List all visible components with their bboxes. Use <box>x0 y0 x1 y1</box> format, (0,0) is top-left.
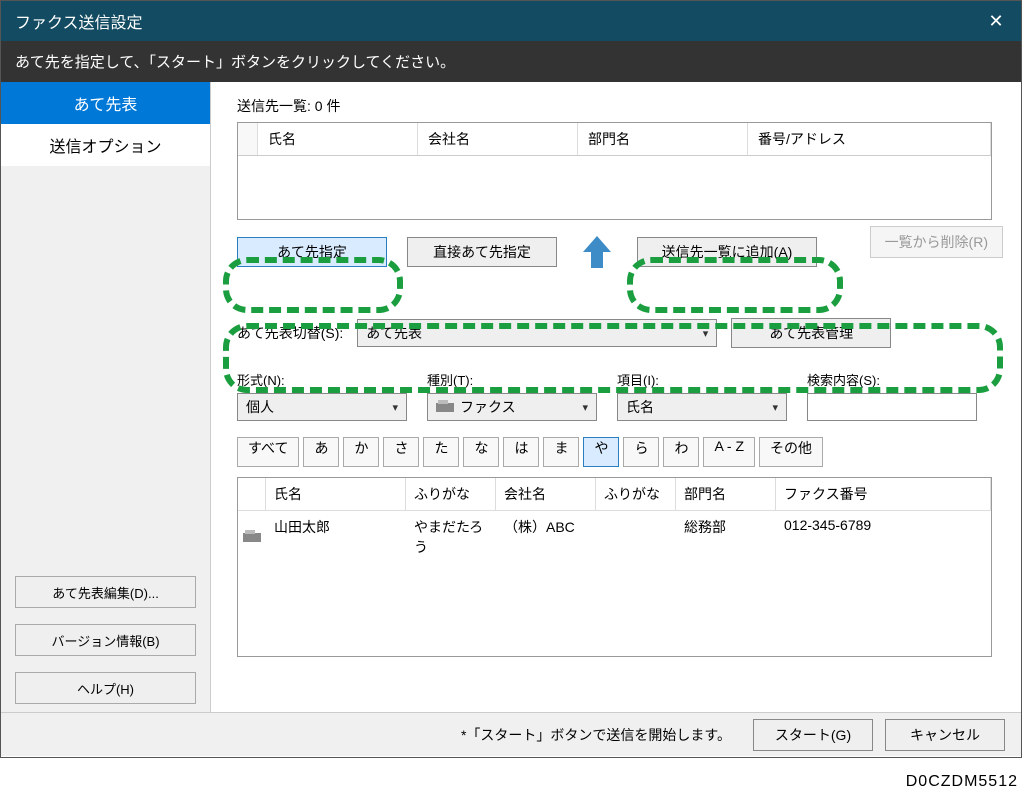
result-list[interactable]: 氏名 ふりがな 会社名 ふりがな 部門名 ファクス番号 山田太郎 やまだたろう … <box>237 477 992 657</box>
direct-destination-button[interactable]: 直接あて先指定 <box>407 237 557 267</box>
row-fax-icon <box>238 511 266 563</box>
format-select[interactable]: 個人▾ <box>237 393 407 421</box>
chevron-down-icon: ▾ <box>772 401 778 414</box>
addressbook-select[interactable]: あて先表 ▾ <box>357 319 717 347</box>
rcol-dept[interactable]: 部門名 <box>676 478 776 511</box>
fax-icon <box>436 400 454 414</box>
search-input[interactable] <box>807 393 977 421</box>
kana-filter-ら[interactable]: ら <box>623 437 659 467</box>
destination-list[interactable]: 氏名 会社名 部門名 番号/アドレス <box>237 122 992 220</box>
sidebar: あて先表 送信オプション あて先表編集(D)... バージョン情報(B) ヘルプ… <box>1 82 211 712</box>
dialog-window: ファクス送信設定 ✕ あて先を指定して、「スタート」ボタンをクリックしてください… <box>0 0 1022 758</box>
instruction-text: あて先を指定して、「スタート」ボタンをクリックしてください。 <box>1 41 1021 82</box>
kana-filter-な[interactable]: な <box>463 437 499 467</box>
field-select[interactable]: 氏名▾ <box>617 393 787 421</box>
kana-filter-は[interactable]: は <box>503 437 539 467</box>
chevron-down-icon: ▾ <box>582 401 588 414</box>
kana-filter-その他[interactable]: その他 <box>759 437 823 467</box>
col-name[interactable]: 氏名 <box>258 123 418 155</box>
window-title: ファクス送信設定 <box>15 9 143 33</box>
table-row[interactable]: 山田太郎 やまだたろう （株）ABC 総務部 012-345-6789 <box>238 511 991 563</box>
edit-addressbook-button[interactable]: あて先表編集(D)... <box>15 576 196 608</box>
close-icon[interactable]: ✕ <box>971 1 1021 41</box>
kana-filter-か[interactable]: か <box>343 437 379 467</box>
footer-note: *「スタート」ボタンで送信を開始します。 <box>461 725 731 745</box>
destination-list-label: 送信先一覧: 0 件 <box>237 96 1003 116</box>
specify-destination-button[interactable]: あて先指定 <box>237 237 387 267</box>
footer: *「スタート」ボタンで送信を開始します。 スタート(G) キャンセル <box>1 712 1021 756</box>
type-label: 種別(T): <box>427 370 597 389</box>
rcol-company[interactable]: 会社名 <box>496 478 596 511</box>
remove-from-list-button: 一覧から削除(R) <box>870 226 1003 258</box>
col-dept[interactable]: 部門名 <box>578 123 748 155</box>
rcol-name[interactable]: 氏名 <box>266 478 406 511</box>
dialog-body: あて先表 送信オプション あて先表編集(D)... バージョン情報(B) ヘルプ… <box>1 82 1021 712</box>
button-row: あて先指定 直接あて先指定 送信先一覧に追加(A) 一覧から削除(R) <box>237 232 1003 272</box>
chevron-down-icon: ▾ <box>703 327 709 340</box>
addressbook-switch-row: あて先表切替(S): あて先表 ▾ あて先表管理 <box>237 318 1003 348</box>
result-header: 氏名 ふりがな 会社名 ふりがな 部門名 ファクス番号 <box>238 478 991 511</box>
tab-send-options[interactable]: 送信オプション <box>1 124 210 166</box>
kana-filter-わ[interactable]: わ <box>663 437 699 467</box>
rcol-fax[interactable]: ファクス番号 <box>776 478 991 511</box>
kana-filter-すべて[interactable]: すべて <box>237 437 299 467</box>
kana-filter: すべてあかさたなはまやらわA - Zその他 <box>237 437 1003 467</box>
main-panel: 送信先一覧: 0 件 氏名 会社名 部門名 番号/アドレス あて先指定 直接あて… <box>211 82 1021 712</box>
rcol-furigana2[interactable]: ふりがな <box>596 478 676 511</box>
switch-label: あて先表切替(S): <box>237 323 343 343</box>
start-button[interactable]: スタート(G) <box>753 719 873 751</box>
chevron-down-icon: ▾ <box>392 401 398 414</box>
filter-row: 形式(N): 個人▾ 種別(T): ファクス ▾ <box>237 370 1003 421</box>
image-id: D0CZDM5512 <box>906 773 1018 791</box>
kana-filter-た[interactable]: た <box>423 437 459 467</box>
col-number[interactable]: 番号/アドレス <box>748 123 991 155</box>
add-to-list-button[interactable]: 送信先一覧に追加(A) <box>637 237 817 267</box>
version-info-button[interactable]: バージョン情報(B) <box>15 624 196 656</box>
tab-destinations[interactable]: あて先表 <box>1 82 210 124</box>
type-select[interactable]: ファクス ▾ <box>427 393 597 421</box>
cancel-button[interactable]: キャンセル <box>885 719 1005 751</box>
manage-addressbook-button[interactable]: あて先表管理 <box>731 318 891 348</box>
search-label: 検索内容(S): <box>807 370 977 389</box>
kana-filter-あ[interactable]: あ <box>303 437 339 467</box>
field-label: 項目(I): <box>617 370 787 389</box>
rcol-furigana1[interactable]: ふりがな <box>406 478 496 511</box>
help-button[interactable]: ヘルプ(H) <box>15 672 196 704</box>
kana-filter-や[interactable]: や <box>583 437 619 467</box>
titlebar: ファクス送信設定 ✕ <box>1 1 1021 41</box>
addressbook-select-value: あて先表 <box>366 323 422 343</box>
kana-filter-さ[interactable]: さ <box>383 437 419 467</box>
destination-list-header: 氏名 会社名 部門名 番号/アドレス <box>238 123 991 156</box>
col-company[interactable]: 会社名 <box>418 123 578 155</box>
arrow-up-icon <box>577 232 617 272</box>
kana-filter-ま[interactable]: ま <box>543 437 579 467</box>
kana-filter-A - Z[interactable]: A - Z <box>703 437 755 467</box>
format-label: 形式(N): <box>237 370 407 389</box>
